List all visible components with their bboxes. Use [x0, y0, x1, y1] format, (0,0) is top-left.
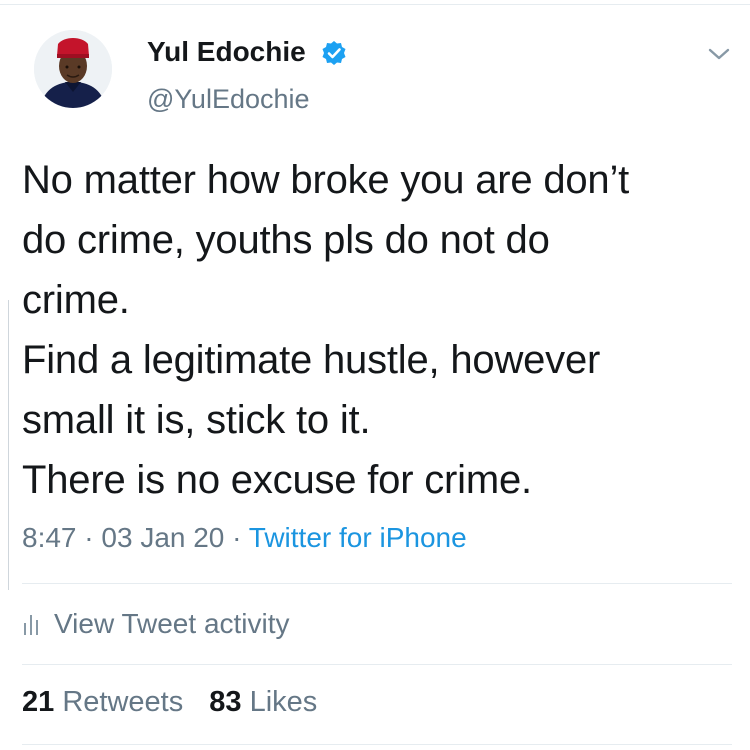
retweets-label: Retweets: [62, 686, 184, 718]
meta-separator: ·: [84, 522, 94, 553]
meta-separator: ·: [232, 522, 242, 553]
divider: [22, 583, 732, 584]
tweet-text: No matter how broke you are don’t do cri…: [22, 150, 742, 510]
view-tweet-activity-button[interactable]: View Tweet activity: [22, 604, 290, 644]
retweets-count: 21: [22, 686, 55, 718]
retweets-stat[interactable]: 21 Retweets: [22, 686, 191, 718]
tweet-line: do crime, youths pls do not do: [22, 218, 550, 262]
avatar[interactable]: [34, 30, 112, 108]
tweet-line: There is no excuse for crime.: [22, 458, 532, 502]
tweet-line: small it is, stick to it.: [22, 398, 371, 442]
tweet-line: crime.: [22, 278, 130, 322]
likes-label: Likes: [249, 686, 318, 718]
likes-count: 83: [209, 686, 242, 718]
tweet-stats: 21 Retweets 83 Likes: [22, 686, 335, 719]
display-name[interactable]: Yul Edochie: [147, 36, 306, 68]
verified-badge-icon: [322, 41, 346, 65]
left-edge-border: [8, 300, 9, 590]
view-tweet-activity-label: View Tweet activity: [54, 608, 290, 639]
top-divider: [0, 4, 750, 5]
user-handle[interactable]: @YulEdochie: [147, 84, 310, 115]
chevron-down-icon[interactable]: [706, 44, 732, 64]
likes-stat[interactable]: 83 Likes: [209, 686, 317, 718]
bar-chart-icon: [24, 615, 38, 635]
divider: [22, 664, 732, 665]
tweet-time[interactable]: 8:47: [22, 522, 77, 553]
tweet-line: Find a legitimate hustle, however: [22, 338, 601, 382]
tweet-source-link[interactable]: Twitter for iPhone: [249, 522, 467, 553]
tweet-meta: 8:47 · 03 Jan 20 · Twitter for iPhone: [22, 522, 467, 554]
divider: [22, 744, 732, 745]
tweet-date[interactable]: 03 Jan 20: [101, 522, 224, 553]
tweet-line: No matter how broke you are don’t: [22, 158, 630, 202]
